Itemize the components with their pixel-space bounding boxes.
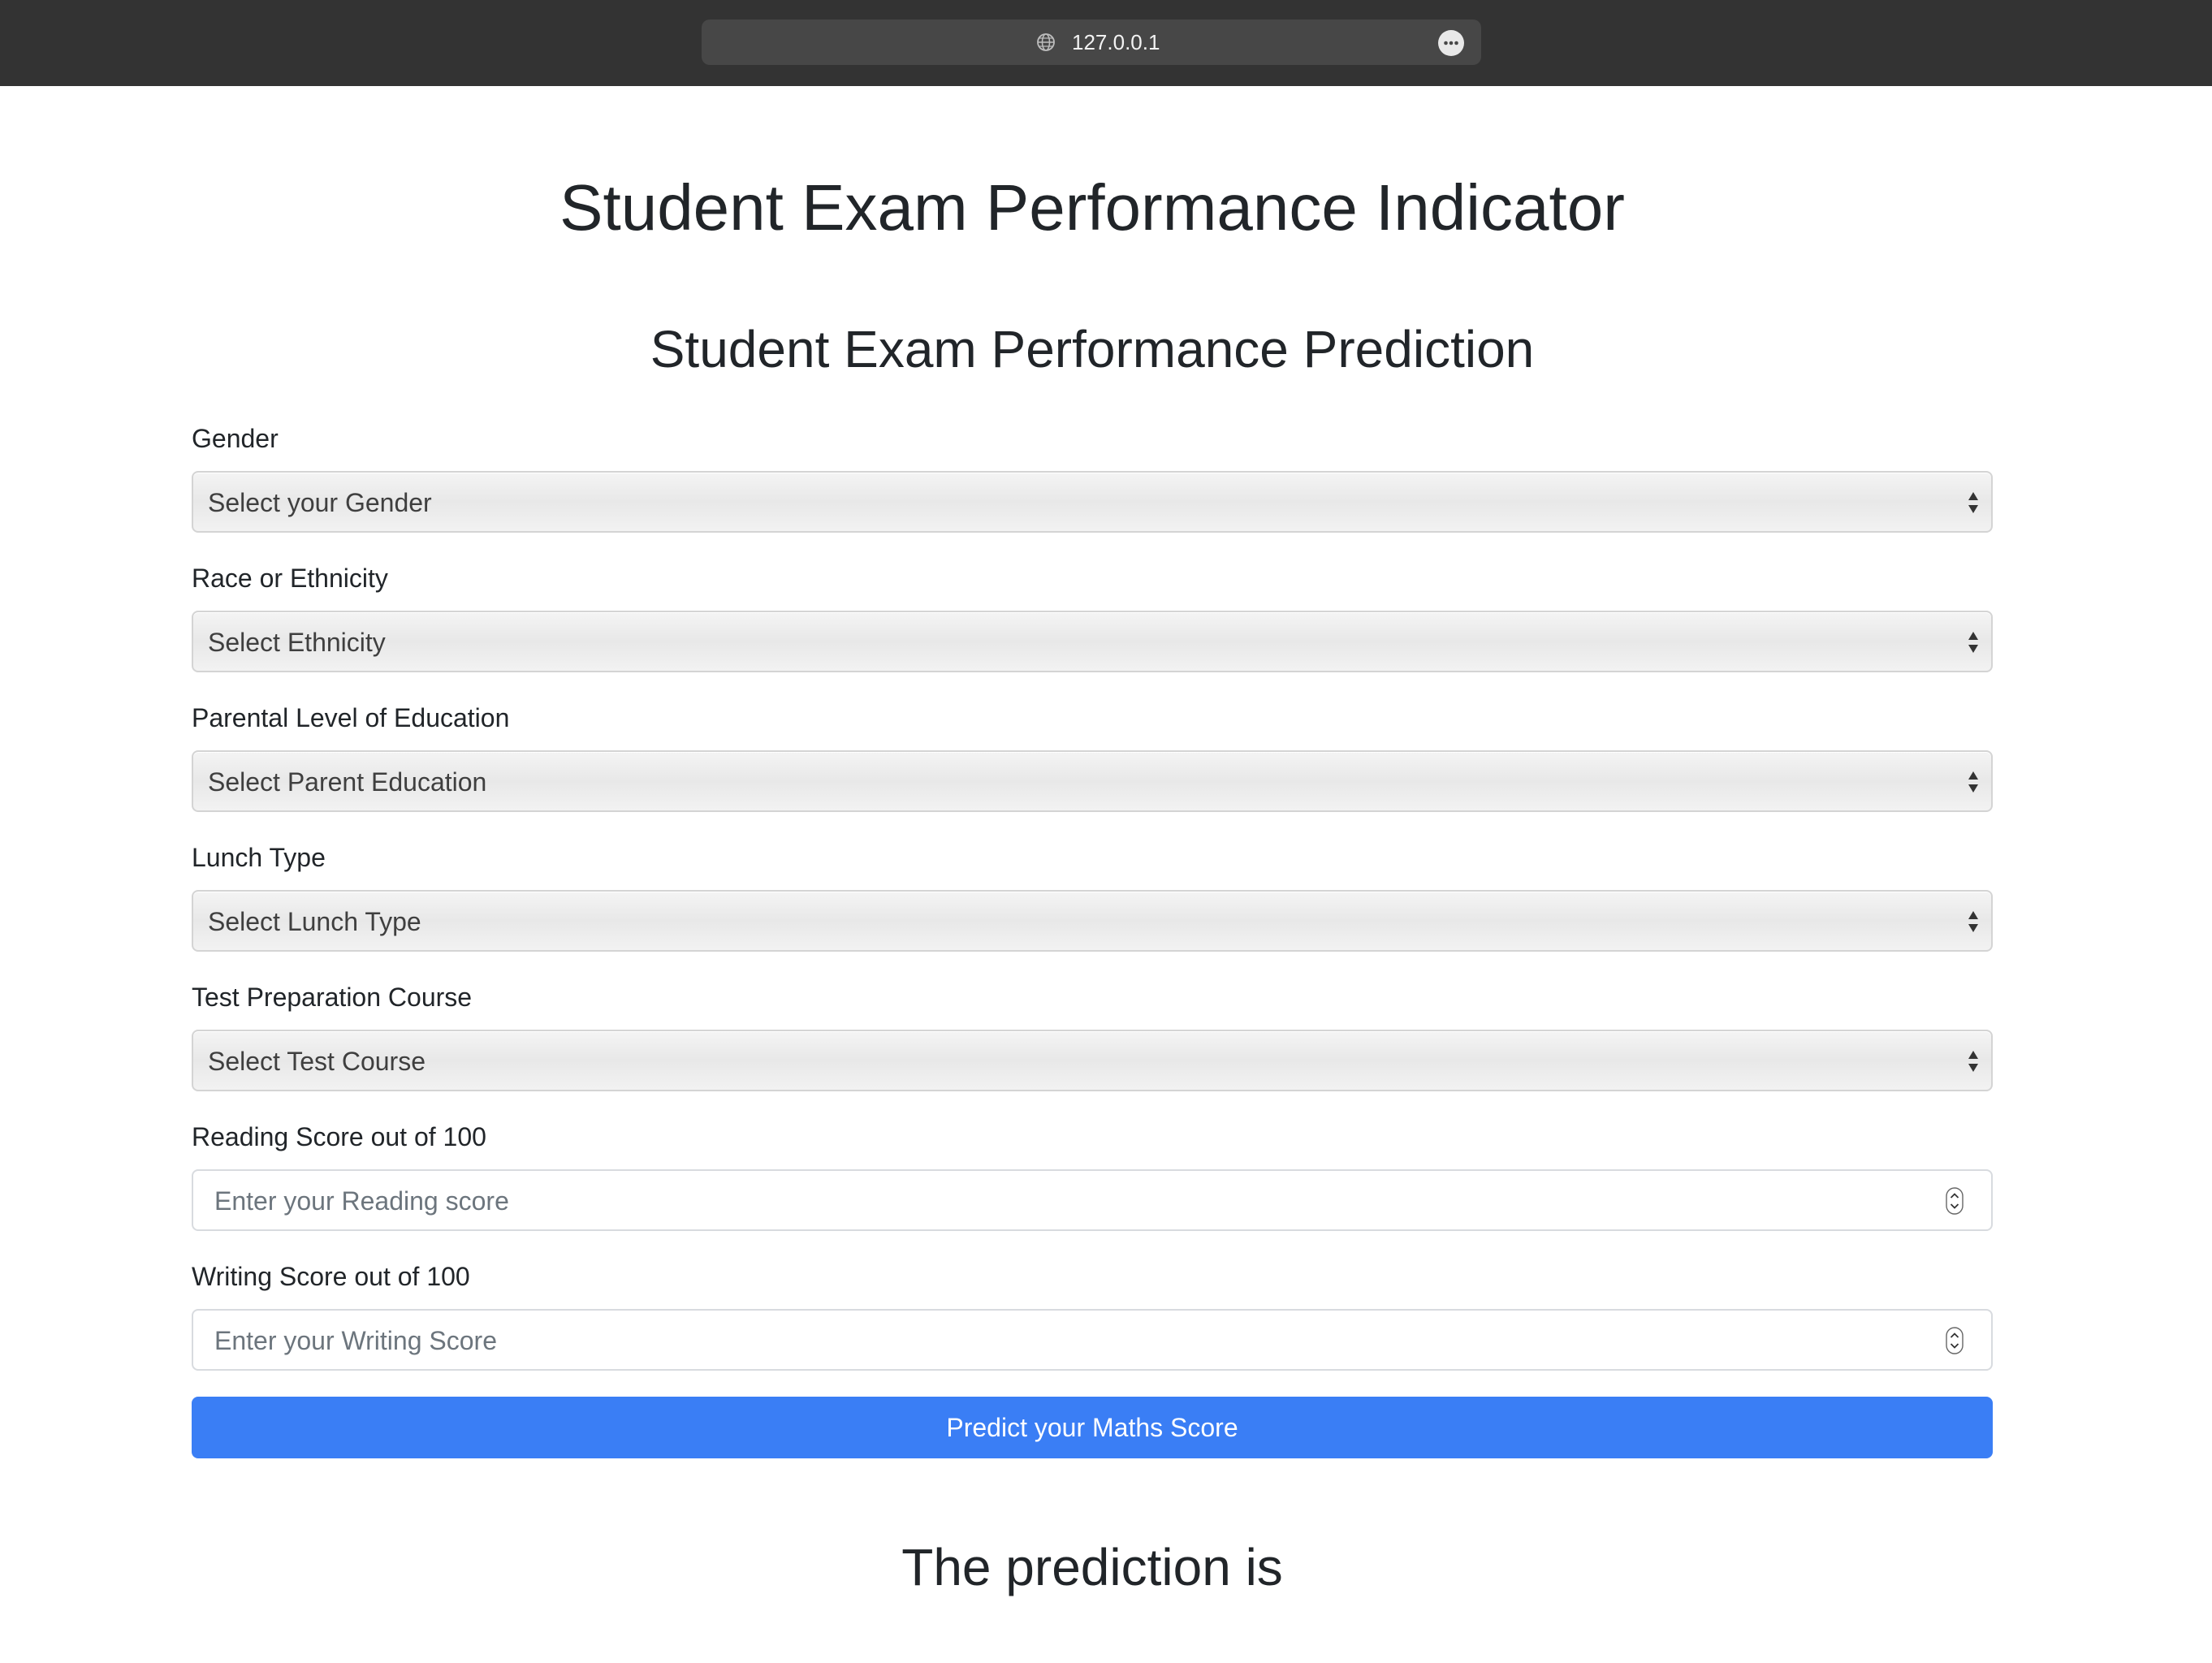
select-arrows-icon xyxy=(1968,771,1978,793)
parental-education-selected-value: Select Parent Education xyxy=(208,767,487,797)
number-spinner-icon[interactable] xyxy=(1946,1187,1964,1215)
address-bar[interactable]: 127.0.0.1 xyxy=(702,19,1481,65)
lunch-type-select[interactable]: Select Lunch Type xyxy=(192,890,1993,952)
lunch-type-selected-value: Select Lunch Type xyxy=(208,907,421,936)
test-course-label: Test Preparation Course xyxy=(192,983,473,1012)
writing-score-label: Writing Score out of 100 xyxy=(192,1262,470,1291)
writing-score-input[interactable]: Enter your Writing Score xyxy=(192,1309,1993,1371)
ethnicity-select[interactable]: Select Ethnicity xyxy=(192,611,1993,672)
ethnicity-label: Race or Ethnicity xyxy=(192,564,388,593)
select-arrows-icon xyxy=(1968,492,1978,513)
browser-toolbar: 127.0.0.1 xyxy=(0,0,2212,86)
reading-score-placeholder: Enter your Reading score xyxy=(214,1186,509,1216)
prediction-result-heading: The prediction is xyxy=(901,1538,1283,1596)
page-title: Student Exam Performance Indicator xyxy=(559,171,1625,244)
parental-education-label: Parental Level of Education xyxy=(192,703,510,732)
test-course-selected-value: Select Test Course xyxy=(208,1047,426,1076)
gender-select[interactable]: Select your Gender xyxy=(192,471,1993,533)
gender-label: Gender xyxy=(192,424,279,453)
reading-score-label: Reading Score out of 100 xyxy=(192,1122,486,1151)
select-arrows-icon xyxy=(1968,632,1978,653)
more-options-icon[interactable] xyxy=(1437,29,1465,57)
select-arrows-icon xyxy=(1968,911,1978,932)
url-text: 127.0.0.1 xyxy=(1072,30,1160,54)
number-spinner-icon[interactable] xyxy=(1946,1327,1964,1354)
ethnicity-selected-value: Select Ethnicity xyxy=(208,628,386,657)
form-title: Student Exam Performance Prediction xyxy=(650,320,1535,378)
writing-score-placeholder: Enter your Writing Score xyxy=(214,1326,497,1355)
test-course-select[interactable]: Select Test Course xyxy=(192,1030,1993,1091)
reading-score-input[interactable]: Enter your Reading score xyxy=(192,1169,1993,1231)
predict-maths-score-button[interactable]: Predict your Maths Score xyxy=(192,1397,1993,1458)
page-content: Student Exam Performance Indicator Stude… xyxy=(0,86,2212,1663)
gender-selected-value: Select your Gender xyxy=(208,488,432,517)
select-arrows-icon xyxy=(1968,1051,1978,1072)
globe-icon xyxy=(1037,33,1055,51)
parental-education-select[interactable]: Select Parent Education xyxy=(192,750,1993,812)
lunch-type-label: Lunch Type xyxy=(192,843,326,872)
